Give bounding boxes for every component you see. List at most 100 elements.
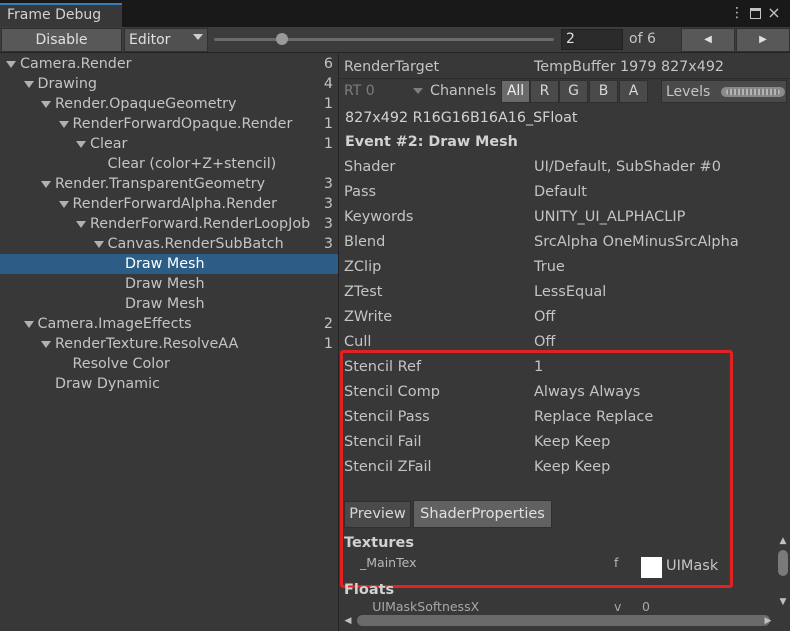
expand-arrow-icon[interactable] xyxy=(6,61,16,68)
tree-row[interactable]: RenderForward.RenderLoopJob 3 xyxy=(0,214,338,234)
tree-row[interactable]: Draw Dynamic xyxy=(0,374,338,394)
tree-row-label: Canvas.RenderSubBatch xyxy=(107,236,284,252)
expand-arrow-icon[interactable] xyxy=(58,121,69,128)
expand-arrow-icon[interactable] xyxy=(93,241,104,248)
horizontal-scroll-thumb[interactable] xyxy=(357,615,770,626)
channel-button-g[interactable]: G xyxy=(559,80,588,103)
texture-stage: f xyxy=(614,555,619,570)
tree-row-count: 3 xyxy=(323,216,333,232)
close-icon[interactable]: × xyxy=(767,4,781,22)
arrow-left-icon: ◀ xyxy=(704,34,712,45)
tree-row[interactable]: Draw Mesh xyxy=(0,274,338,294)
tree-row[interactable]: RenderForwardAlpha.Render 3 xyxy=(0,194,338,214)
render-target-row: RenderTarget TempBuffer 1979 827x492 xyxy=(339,55,790,79)
tree-row-label: Drawing xyxy=(37,76,97,92)
property-value: SrcAlpha OneMinusSrcAlpha xyxy=(534,234,739,250)
tree-row-count: 1 xyxy=(323,336,333,352)
more-options-icon[interactable]: ⋮ xyxy=(730,5,744,21)
tree-row[interactable]: RenderForwardOpaque.Render 1 xyxy=(0,114,338,134)
property-key: Pass xyxy=(344,184,377,200)
property-row: Blend SrcAlpha OneMinusSrcAlpha xyxy=(344,232,784,252)
expand-arrow-icon[interactable] xyxy=(41,181,51,188)
tree-row-count: 3 xyxy=(323,196,333,212)
tree-row-count: 1 xyxy=(323,116,333,132)
tree-row[interactable]: Draw Mesh xyxy=(0,254,338,274)
tree-row[interactable]: Resolve Color xyxy=(0,354,338,374)
tree-row-label: Draw Mesh xyxy=(125,276,205,292)
event-slider-thumb[interactable] xyxy=(276,33,288,45)
tree-row[interactable]: RenderTexture.ResolveAA 1 xyxy=(0,334,338,354)
texture-thumbnail[interactable] xyxy=(641,557,662,578)
tree-row-label: Render.OpaqueGeometry xyxy=(55,96,237,112)
tree-row[interactable]: Clear (color+Z+stencil) xyxy=(0,154,338,174)
channel-button-all[interactable]: All xyxy=(501,80,530,103)
channel-button-r[interactable]: R xyxy=(530,80,559,103)
event-slider-track[interactable] xyxy=(214,38,554,41)
tree-row[interactable]: Camera.ImageEffects 2 xyxy=(0,314,338,334)
tab-shader-properties[interactable]: ShaderProperties xyxy=(413,500,552,528)
float-stage: v xyxy=(614,601,622,611)
tree-row[interactable]: Draw Mesh xyxy=(0,294,338,314)
splitter[interactable] xyxy=(338,54,339,631)
tree-row[interactable]: Canvas.RenderSubBatch 3 xyxy=(0,234,338,254)
property-key: ZWrite xyxy=(344,309,393,325)
expand-arrow-icon[interactable] xyxy=(41,101,51,108)
textures-heading: Textures xyxy=(344,535,415,551)
tree-row-label: Clear xyxy=(90,136,128,152)
tree-row[interactable]: Camera.Render 6 xyxy=(0,54,338,74)
stencil-highlight-box xyxy=(340,350,733,588)
property-key: Shader xyxy=(344,159,396,175)
tab-frame-debug[interactable]: Frame Debug xyxy=(0,3,122,27)
expand-arrow-icon[interactable] xyxy=(76,141,86,148)
maximize-icon[interactable] xyxy=(750,8,761,19)
property-value: True xyxy=(534,259,565,275)
tab-preview[interactable]: Preview xyxy=(344,501,411,528)
property-value: Off xyxy=(534,334,556,350)
property-value: Default xyxy=(534,184,587,200)
property-value: UI/Default, SubShader #0 xyxy=(534,159,721,175)
channel-button-a[interactable]: A xyxy=(619,80,648,103)
tree-row[interactable]: Render.TransparentGeometry 3 xyxy=(0,174,338,194)
target-dropdown[interactable]: Editor xyxy=(124,28,208,52)
texture-value: UIMask xyxy=(666,558,719,574)
property-key: ZClip xyxy=(344,259,382,275)
scroll-right-icon[interactable]: ▶ xyxy=(762,614,774,628)
separator xyxy=(339,78,790,79)
tree-row-count: 2 xyxy=(323,316,333,332)
tree-row-label: Camera.Render xyxy=(20,56,132,72)
format-label: 827x492 R16G16B16A16_SFloat xyxy=(345,110,578,126)
property-row: Cull Off xyxy=(344,332,784,352)
property-row: ZTest LessEqual xyxy=(344,282,784,302)
expand-arrow-icon[interactable] xyxy=(23,81,34,88)
expand-arrow-icon[interactable] xyxy=(41,341,51,348)
tree-row-count: 1 xyxy=(323,96,333,112)
event-tree: Camera.Render 6 Drawing 4 Render.OpaqueGeome… xyxy=(0,54,338,631)
property-key: ZTest xyxy=(344,284,383,300)
property-row: ZClip True xyxy=(344,257,784,277)
next-event-button[interactable]: ▶ xyxy=(736,28,790,52)
scroll-left-icon[interactable]: ◀ xyxy=(342,614,354,628)
channel-button-b[interactable]: B xyxy=(589,80,618,103)
tree-row-label: Draw Dynamic xyxy=(55,376,160,392)
arrow-right-icon: ▶ xyxy=(759,34,767,45)
float-value: 0 xyxy=(642,601,650,611)
tree-row[interactable]: Render.OpaqueGeometry 1 xyxy=(0,94,338,114)
vertical-scroll-thumb[interactable] xyxy=(778,550,788,576)
property-key: Keywords xyxy=(344,209,414,225)
expand-arrow-icon[interactable] xyxy=(58,201,69,208)
tree-row[interactable]: Drawing 4 xyxy=(0,74,338,94)
disable-button[interactable]: Disable xyxy=(1,28,122,52)
event-index-field[interactable]: 2 xyxy=(561,29,623,50)
expand-arrow-icon[interactable] xyxy=(76,221,86,228)
event-count-label: of 6 xyxy=(629,31,656,47)
property-key: Cull xyxy=(344,334,372,350)
property-value: LessEqual xyxy=(534,284,607,300)
scroll-up-icon[interactable]: ▲ xyxy=(777,535,789,547)
channels-label: Channels xyxy=(430,83,497,99)
tree-row[interactable]: Clear 1 xyxy=(0,134,338,154)
tree-row-label: Draw Mesh xyxy=(125,256,205,272)
levels-slider-handle[interactable] xyxy=(726,89,780,95)
expand-arrow-icon[interactable] xyxy=(23,321,34,328)
scroll-down-icon[interactable]: ▼ xyxy=(777,596,789,608)
previous-event-button[interactable]: ◀ xyxy=(681,28,735,52)
